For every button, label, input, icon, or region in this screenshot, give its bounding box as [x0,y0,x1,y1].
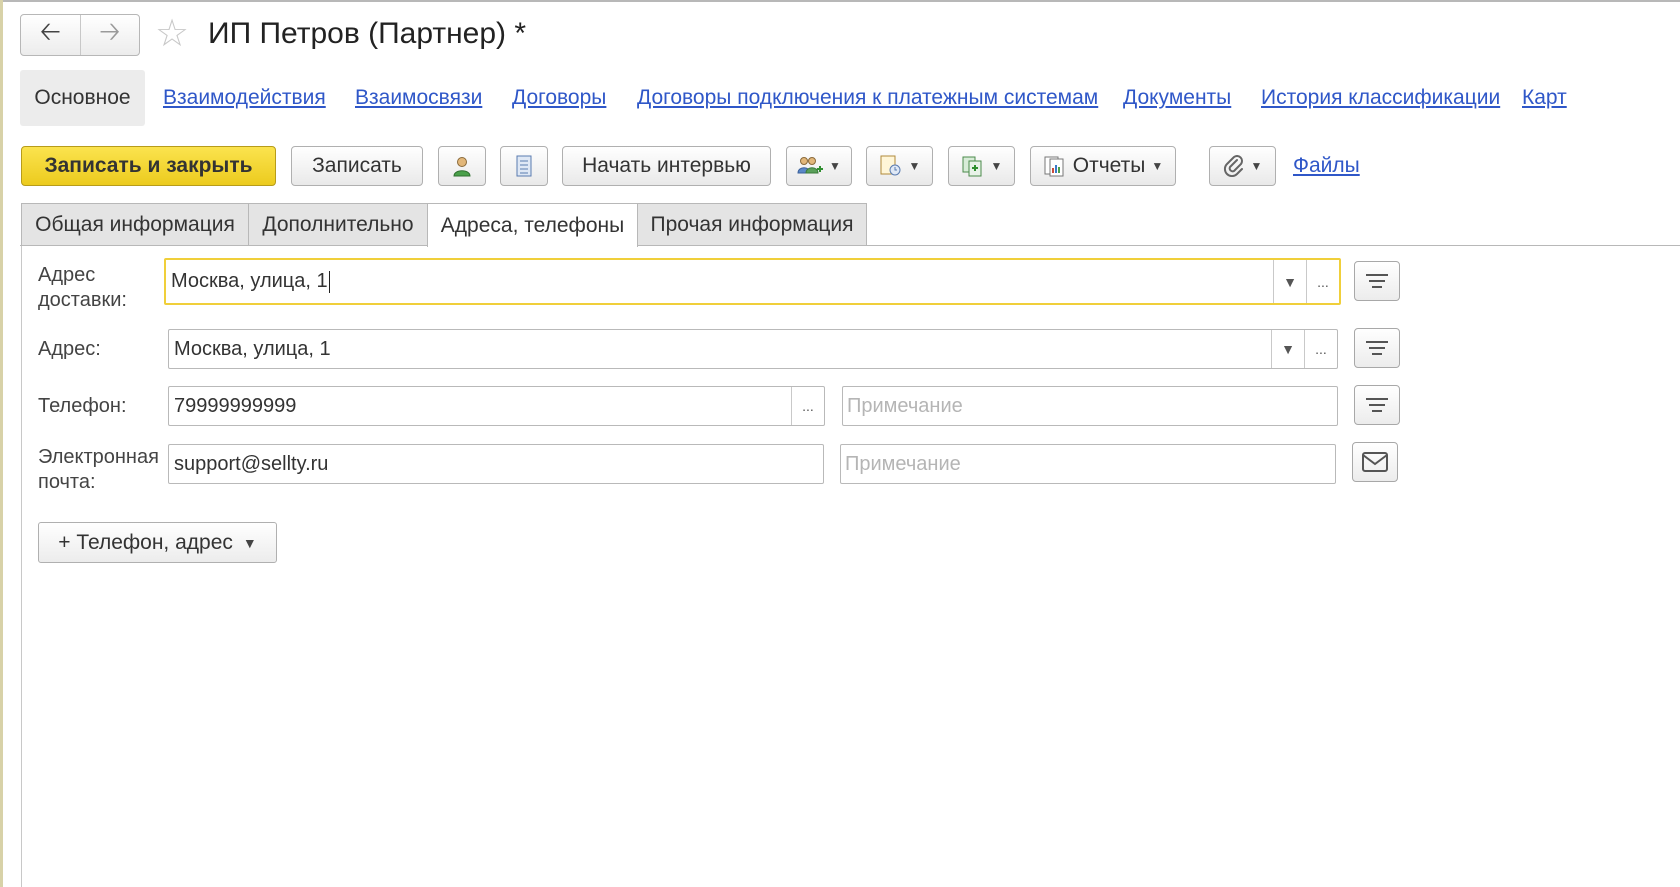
content-left-border [21,246,22,887]
chevron-down-icon: ▼ [1151,159,1164,173]
phone-field[interactable]: 79999999999 ... [168,386,825,426]
contact-person-button[interactable] [438,146,486,186]
dropdown-arrow-icon[interactable]: ▼ [1273,260,1306,303]
menu-lines-icon [1366,341,1388,355]
section-link-classification-history[interactable]: История классификации [1261,86,1500,110]
person-icon [453,157,471,177]
save-button[interactable]: Записать [291,146,423,186]
attachments-dropdown-button[interactable]: ▼ [1209,146,1276,186]
window-left-border [0,0,3,887]
email-label-line2: почта: [38,471,96,493]
favorite-star-icon[interactable]: ☆ [155,14,189,54]
send-email-button[interactable] [1352,442,1398,482]
tab-additional[interactable]: Дополнительно [248,203,428,245]
save-and-close-button[interactable]: Записать и закрыть [21,146,276,186]
dropdown-arrow-icon[interactable]: ▼ [1271,330,1304,368]
phone-value: 79999999999 [174,394,297,417]
select-ellipsis-button[interactable]: ... [1304,330,1337,368]
delivery-address-field[interactable]: Москва, улица, 1 ▼ ... [164,258,1341,305]
email-value: support@sellty.ru [174,452,329,475]
section-link-payment-contracts[interactable]: Договоры подключения к платежным система… [637,86,1098,110]
email-label: Электронная почта: [38,445,159,495]
email-note-field[interactable]: Примечание [840,444,1336,484]
phone-note-placeholder: Примечание [847,394,963,417]
chevron-down-icon: ▼ [1250,159,1263,173]
reports-dropdown-button[interactable]: Отчеты ▼ [1030,146,1176,186]
phone-label: Телефон: [38,395,127,417]
tab-addresses-phones[interactable]: Адреса, телефоны [427,203,638,247]
tab-other-info[interactable]: Прочая информация [637,203,867,245]
delivery-address-label-line2: доставки: [38,289,127,311]
address-value: Москва, улица, 1 [174,337,331,360]
section-link-interactions[interactable]: Взаимодействия [163,86,326,110]
chevron-down-icon: ▼ [990,159,1003,173]
users-dropdown-button[interactable]: ▼ [786,146,852,186]
chevron-down-icon: ▼ [829,159,841,173]
text-cursor [328,270,330,293]
menu-lines-icon [1366,274,1388,288]
delivery-address-text: Москва, улица, 1 [171,270,328,292]
delivery-address-label-line1: Адрес [38,264,96,286]
create-based-on-dropdown-button[interactable]: ▼ [948,146,1015,186]
document-clock-icon [880,155,901,176]
document-list-icon [516,155,532,177]
page-title: ИП Петров (Партнер) * [208,17,527,50]
back-arrow-icon[interactable]: 🡠 [21,15,80,55]
window-top-border [0,0,1680,2]
files-link[interactable]: Файлы [1293,154,1360,178]
address-label: Адрес: [38,338,101,360]
menu-lines-icon [1366,398,1388,412]
select-ellipsis-button[interactable]: ... [1306,260,1339,303]
users-add-icon [797,157,824,174]
email-field[interactable]: support@sellty.ru [168,444,824,484]
reports-icon [1044,156,1064,177]
tab-general-info[interactable]: Общая информация [21,203,249,245]
section-link-documents[interactable]: Документы [1123,86,1231,110]
navigation-buttons: 🡠 🡢 [20,14,140,56]
address-edit-button[interactable] [1354,328,1400,368]
paperclip-icon [1223,155,1243,177]
reports-label: Отчеты [1072,154,1146,177]
delivery-address-edit-button[interactable] [1354,261,1400,301]
start-interview-button[interactable]: Начать интервью [562,146,771,186]
select-ellipsis-button[interactable]: ... [791,387,824,425]
list-document-button[interactable] [500,146,548,186]
phone-note-field[interactable]: Примечание [842,386,1338,426]
address-field[interactable]: Москва, улица, 1 ▼ ... [168,329,1338,369]
add-phone-address-label: + Телефон, адрес [58,530,233,554]
delivery-address-value: Москва, улица, 1 [166,270,1273,293]
delivery-address-label: Адрес доставки: [38,263,127,313]
email-label-line1: Электронная [38,446,159,468]
documents-generate-icon [962,156,982,177]
section-link-relations[interactable]: Взаимосвязи [355,86,482,110]
forward-arrow-icon[interactable]: 🡢 [79,15,140,55]
chevron-down-icon: ▼ [242,534,257,551]
envelope-icon [1362,452,1388,472]
section-link-cards[interactable]: Карт [1522,86,1567,110]
tabs-baseline [20,245,1680,246]
section-main-active[interactable]: Основное [20,70,145,126]
section-link-contracts[interactable]: Договоры [512,86,606,110]
phone-edit-button[interactable] [1354,385,1400,425]
add-phone-address-button[interactable]: + Телефон, адрес ▼ [38,522,277,563]
email-note-placeholder: Примечание [845,452,961,475]
chevron-down-icon: ▼ [908,159,921,173]
document-create-dropdown-button[interactable]: ▼ [866,146,933,186]
